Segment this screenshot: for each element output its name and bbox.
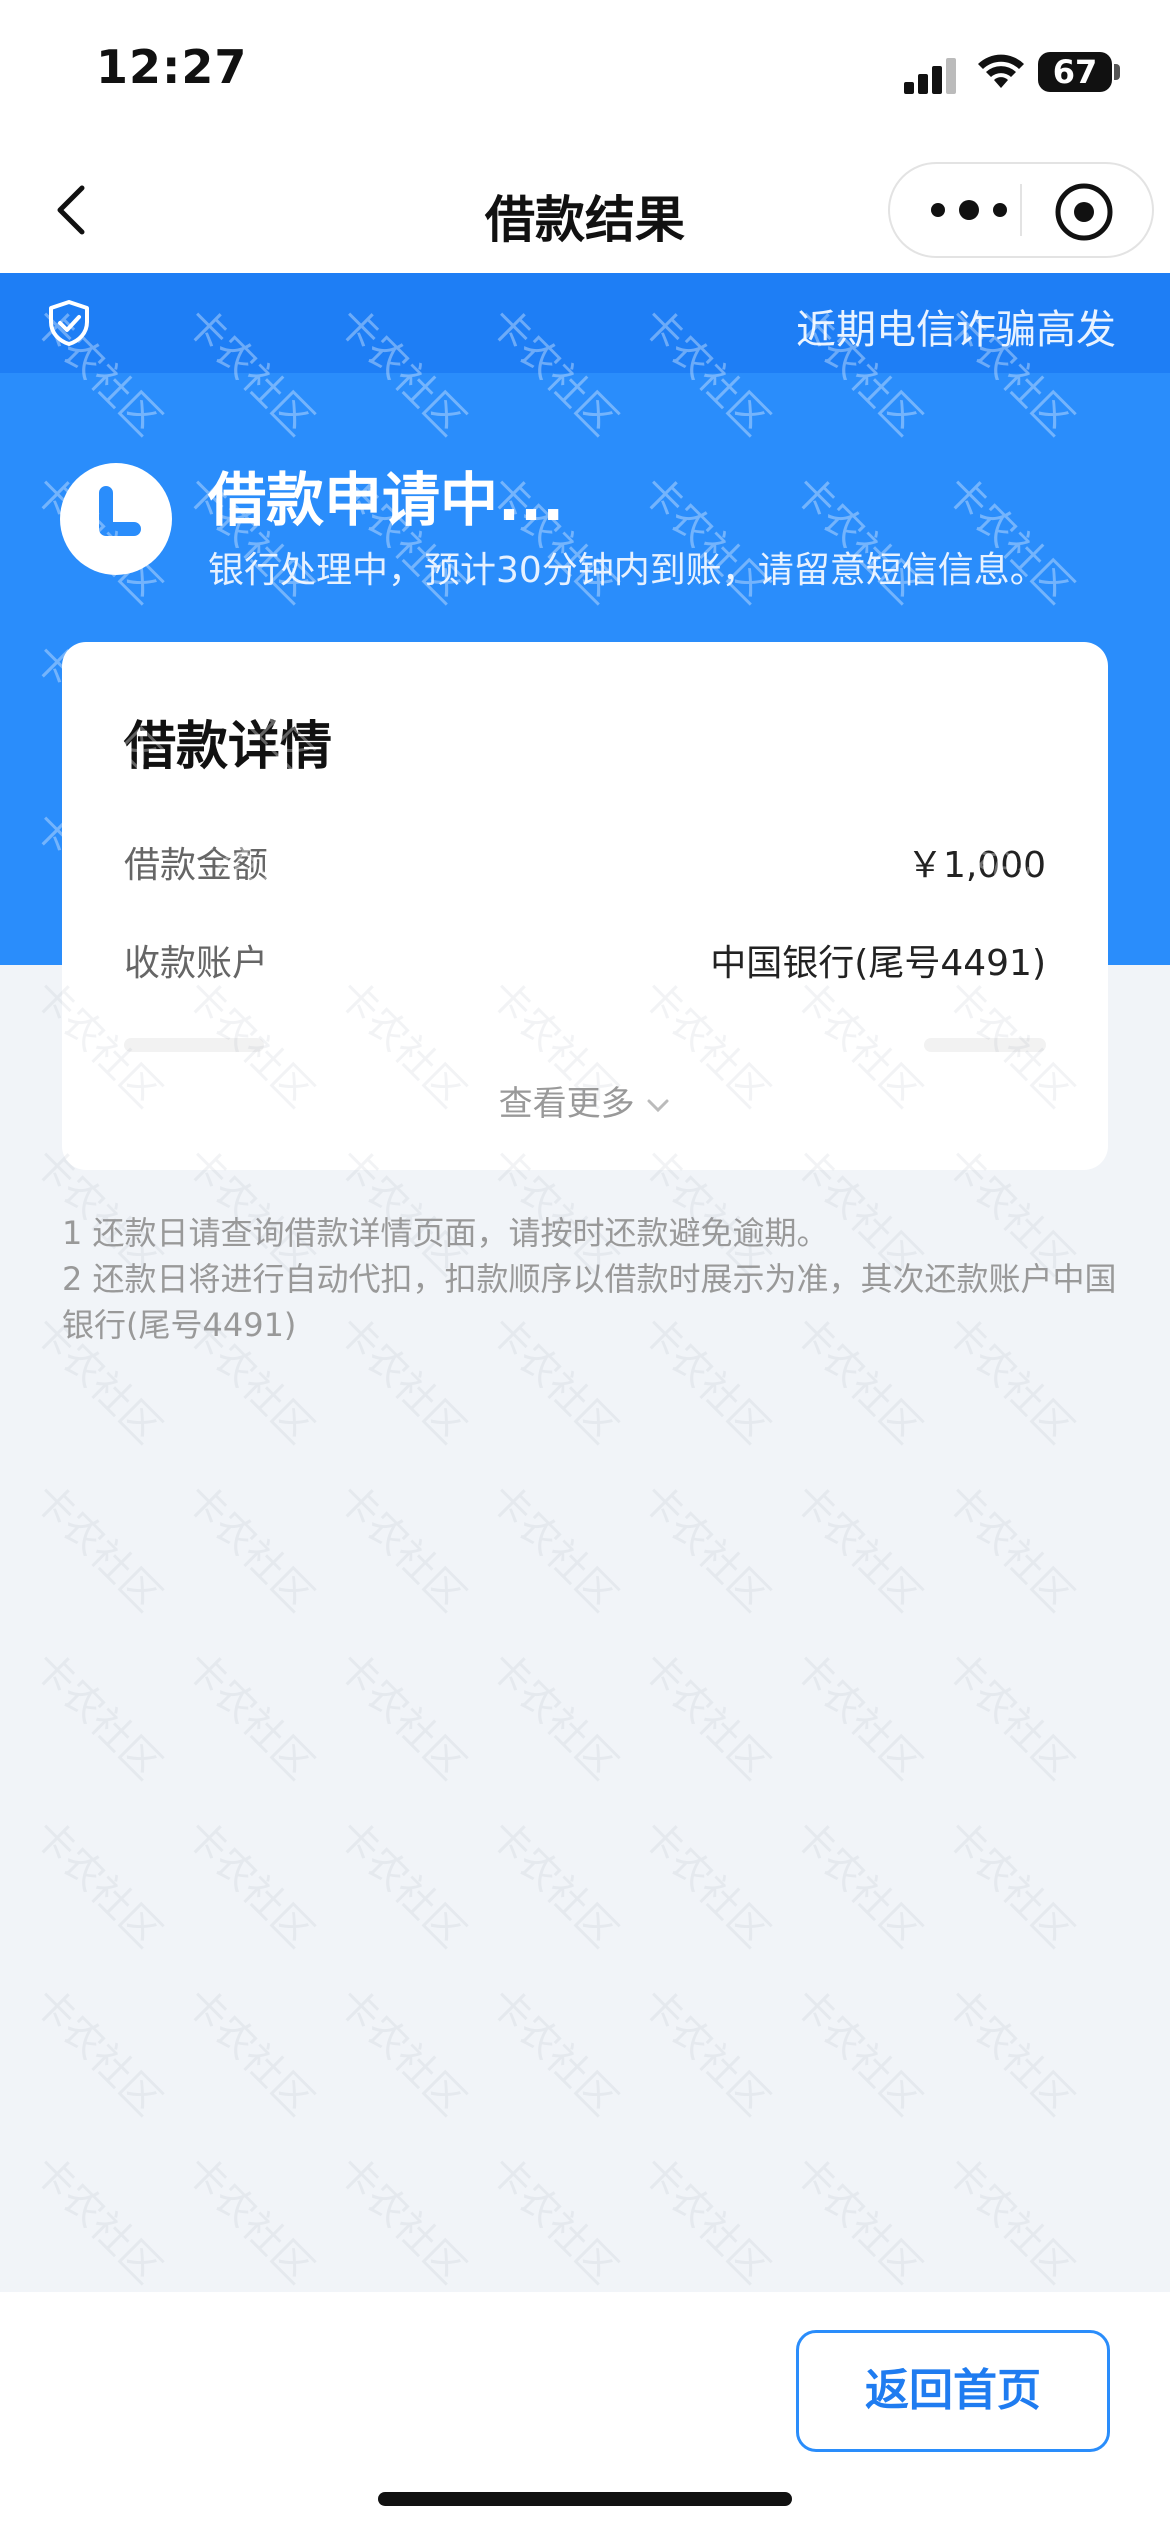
watermark-text: 卡农社区 bbox=[480, 1978, 627, 2125]
watermark-text: 卡农社区 bbox=[328, 1978, 475, 2125]
loan-amount-value: ￥1,000 bbox=[906, 845, 1046, 886]
watermark-text: 卡农社区 bbox=[632, 1474, 779, 1621]
clock-icon bbox=[60, 463, 172, 575]
watermark-text: 卡农社区 bbox=[936, 2146, 1083, 2293]
application-status-subtitle: 银行处理中，预计30分钟内到账，请留意短信信息。 bbox=[208, 550, 1046, 591]
repayment-notes: 1 还款日请查询借款详情页面，请按时还款避免逾期。 2 还款日将进行自动代扣，扣… bbox=[62, 1210, 1122, 1348]
watermark-text: 卡农社区 bbox=[480, 2146, 627, 2293]
return-home-button[interactable]: 返回首页 bbox=[796, 2330, 1110, 2452]
watermark-text: 卡农社区 bbox=[480, 1810, 627, 1957]
watermark-text: 卡农社区 bbox=[632, 1978, 779, 2125]
watermark-text: 卡农社区 bbox=[784, 1978, 931, 2125]
fraud-notice-text: 近期电信诈骗高发 bbox=[796, 307, 1116, 353]
view-more-label: 查看更多 bbox=[498, 1084, 635, 1124]
receiving-account-value: 中国银行(尾号4491) bbox=[710, 943, 1046, 984]
watermark-text: 卡农社区 bbox=[936, 1978, 1083, 2125]
watermark-text: 卡农社区 bbox=[328, 2146, 475, 2293]
watermark-text: 卡农社区 bbox=[328, 1810, 475, 1957]
watermark-text: 卡农社区 bbox=[176, 1810, 323, 1957]
watermark-text: 卡农社区 bbox=[176, 2146, 323, 2293]
home-indicator bbox=[378, 2492, 792, 2506]
watermark-text: 卡农社区 bbox=[24, 1810, 171, 1957]
view-more-button[interactable]: 查看更多 bbox=[62, 1076, 1108, 1125]
application-status-title: 借款申请中... bbox=[208, 466, 565, 534]
watermark-text: 卡农社区 bbox=[328, 1474, 475, 1621]
note-line-1: 1 还款日请查询借款详情页面，请按时还款避免逾期。 bbox=[62, 1214, 829, 1252]
watermark-text: 卡农社区 bbox=[784, 2146, 931, 2293]
watermark-text: 卡农社区 bbox=[936, 1474, 1083, 1621]
battery-icon: 67 bbox=[1038, 52, 1112, 92]
close-miniprogram-icon[interactable] bbox=[1052, 180, 1116, 244]
chevron-down-icon bbox=[647, 1099, 669, 1112]
more-options-icon[interactable] bbox=[924, 182, 1014, 238]
watermark-text: 卡农社区 bbox=[24, 1978, 171, 2125]
watermark-text: 卡农社区 bbox=[784, 1474, 931, 1621]
loan-details-card: 借款详情 借款金额 ￥1,000 收款账户 中国银行(尾号4491) 查看更多 bbox=[62, 642, 1108, 1170]
wifi-icon bbox=[978, 54, 1024, 88]
watermark-text: 卡农社区 bbox=[936, 1810, 1083, 1957]
watermark-text: 卡农社区 bbox=[176, 1642, 323, 1789]
nav-bar: 借款结果 bbox=[0, 150, 1170, 273]
watermark-text: 卡农社区 bbox=[480, 1474, 627, 1621]
loan-amount-label: 借款金额 bbox=[124, 845, 269, 886]
status-bar: 12:27 67 bbox=[0, 0, 1170, 150]
battery-tip bbox=[1114, 64, 1120, 80]
capsule-divider bbox=[1020, 184, 1022, 236]
shield-icon bbox=[49, 300, 89, 346]
watermark-text: 卡农社区 bbox=[784, 1642, 931, 1789]
bottom-bar: 返回首页 bbox=[0, 2292, 1170, 2532]
watermark-text: 卡农社区 bbox=[176, 1978, 323, 2125]
fraud-notice-bar[interactable]: 近期电信诈骗高发 bbox=[0, 273, 1170, 373]
watermark-text: 卡农社区 bbox=[632, 1810, 779, 1957]
status-time: 12:27 bbox=[96, 40, 248, 94]
watermark-text: 卡农社区 bbox=[784, 1810, 931, 1957]
watermark-text: 卡农社区 bbox=[632, 2146, 779, 2293]
note-line-2: 2 还款日将进行自动代扣，扣款顺序以借款时展示为准，其次还款账户中国银行(尾号4… bbox=[62, 1260, 1117, 1344]
watermark-text: 卡农社区 bbox=[176, 1474, 323, 1621]
watermark-text: 卡农社区 bbox=[24, 1642, 171, 1789]
card-title: 借款详情 bbox=[124, 717, 333, 777]
watermark-text: 卡农社区 bbox=[24, 2146, 171, 2293]
miniprogram-capsule bbox=[888, 162, 1154, 258]
receiving-account-label: 收款账户 bbox=[124, 943, 269, 984]
watermark-text: 卡农社区 bbox=[936, 1642, 1083, 1789]
cellular-signal-icon bbox=[904, 56, 958, 94]
watermark-text: 卡农社区 bbox=[328, 1642, 475, 1789]
watermark-text: 卡农社区 bbox=[632, 1642, 779, 1789]
faded-row-placeholder bbox=[124, 1038, 1046, 1052]
watermark-text: 卡农社区 bbox=[24, 1474, 171, 1621]
watermark-text: 卡农社区 bbox=[480, 1642, 627, 1789]
